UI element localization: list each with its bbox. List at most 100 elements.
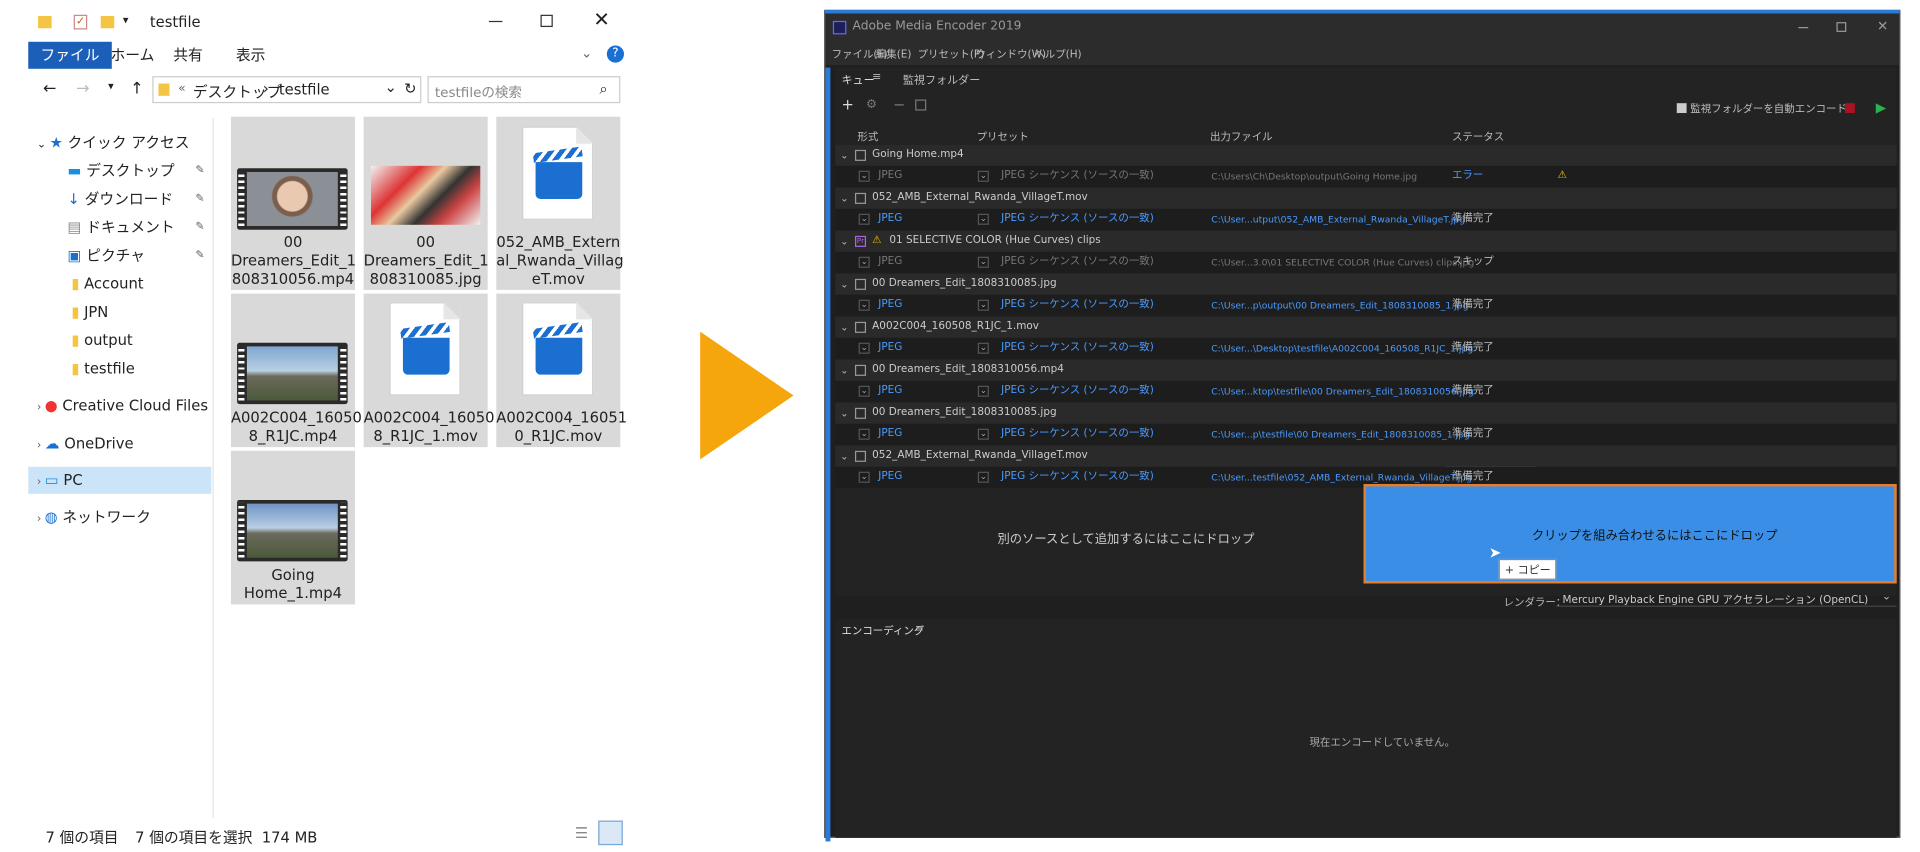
stop-icon[interactable] (1845, 103, 1855, 114)
tab-home[interactable]: ホーム (98, 42, 166, 69)
format-value[interactable]: JPEG (878, 381, 902, 402)
tab-watch-folders[interactable]: 監視フォルダー (903, 71, 980, 87)
output-file[interactable]: C:\Users\Ch\Desktop\output\Going Home.jp… (1211, 166, 1417, 187)
back-icon[interactable]: ← (43, 80, 56, 98)
queue-item[interactable]: ⌄ JPEG ⌄ JPEG シーケンス (ソースの一致) C:\Users\Ch\Des… (835, 165, 1897, 187)
chevron-down-icon[interactable]: ⌄ (840, 317, 848, 338)
tab-queue[interactable]: キュー (841, 71, 874, 87)
file-tile[interactable]: 052_AMB_Extern al_Rwanda_Villag eT.mov (496, 116, 624, 290)
format-dropdown-icon[interactable]: ⌄ (858, 299, 870, 311)
drop-zone-right[interactable]: クリップを組み合わせるにはここにドロップ ➤ + コピー (1363, 483, 1897, 584)
format-value[interactable]: JPEG (878, 295, 902, 316)
preset-value[interactable]: JPEG シーケンス (ソースの一致) (1001, 338, 1154, 359)
preset-dropdown-icon[interactable]: ⌄ (977, 170, 989, 182)
chevron-down-icon[interactable]: ⌄ (840, 231, 848, 252)
queue-group-header[interactable]: ⌄ 052_AMB_External_Rwanda_VillageT.mov (835, 187, 1897, 209)
output-file[interactable]: C:\User...p\testfile\00 Dreamers_Edit_18… (1211, 424, 1470, 445)
minimize-icon[interactable] (1798, 27, 1809, 29)
preset-dropdown-icon[interactable]: ⌄ (977, 299, 989, 311)
maximize-icon[interactable] (1836, 22, 1847, 32)
nav-pictures[interactable]: ▣ ピクチャ (68, 242, 145, 269)
output-file[interactable]: C:\User...utput\052_AMB_External_Rwanda_… (1211, 209, 1465, 230)
refresh-icon[interactable]: ↻ (404, 80, 416, 97)
output-file[interactable]: C:\User...\Desktop\testfile\A002C004_160… (1211, 338, 1473, 359)
preset-value[interactable]: JPEG シーケンス (ソースの一致) (1001, 209, 1154, 230)
menu-help[interactable]: ヘルプ(H) (1034, 47, 1081, 61)
expand-ribbon-icon[interactable]: ⌄ (581, 45, 592, 61)
preset-dropdown-icon[interactable]: ⌄ (977, 428, 989, 440)
remove-icon[interactable]: − (893, 96, 905, 113)
preset-dropdown-icon[interactable]: ⌄ (977, 471, 989, 483)
output-file[interactable]: C:\User...ktop\testfile\00 Dreamers_Edit… (1211, 381, 1474, 402)
format-value[interactable]: JPEG (878, 424, 902, 445)
nav-creative-cloud[interactable]: › ● Creative Cloud Files (37, 392, 208, 419)
large-icons-view-icon[interactable] (598, 820, 623, 846)
format-value[interactable]: JPEG (878, 209, 902, 230)
nav-pc[interactable]: › ▭ PC (28, 466, 212, 494)
format-value[interactable]: JPEG (878, 166, 902, 187)
play-icon[interactable]: ▶ (1876, 100, 1886, 116)
nav-documents[interactable]: ▤ ドキュメント (68, 214, 175, 241)
format-dropdown-icon[interactable]: ⌄ (858, 428, 870, 440)
up-icon[interactable]: ↑ (130, 80, 143, 98)
tab-view[interactable]: 表示 (224, 42, 278, 69)
queue-group-header[interactable]: ⌄ 052_AMB_External_Rwanda_VillageT.mov (835, 445, 1897, 467)
close-icon[interactable]: ✕ (593, 7, 609, 30)
add-icon[interactable]: + (841, 96, 853, 113)
details-view-icon[interactable]: ☰ (575, 824, 588, 841)
queue-group-header[interactable]: ⌄ 00 Dreamers_Edit_1808310085.jpg (835, 273, 1897, 295)
breadcrumb-testfile[interactable]: testfile (279, 81, 330, 98)
preset-dropdown-icon[interactable]: ⌄ (977, 213, 989, 225)
chevron-down-icon[interactable]: ⌄ (840, 446, 848, 467)
menu-icon[interactable]: ≡ (872, 71, 881, 83)
file-tile[interactable]: A002C004_16051 0_R1JC.mov (496, 293, 627, 448)
search-box[interactable]: testfileの検索 ⌕ (427, 76, 621, 104)
close-icon[interactable]: ✕ (1877, 18, 1888, 34)
preset-value[interactable]: JPEG シーケンス (ソースの一致) (1001, 381, 1154, 402)
duplicate-icon[interactable] (915, 99, 927, 111)
preset-value[interactable]: JPEG シーケンス (ソースの一致) (1001, 166, 1154, 187)
new-folder-icon[interactable] (100, 15, 115, 29)
nav-downloads[interactable]: ↓ ダウンロード (68, 185, 174, 212)
menu-edit[interactable]: 編集(E) (876, 47, 912, 61)
forward-icon[interactable]: → (76, 80, 89, 98)
queue-group-header[interactable]: ⌄ A002C004_160508_R1JC_1.mov (835, 316, 1897, 338)
format-value[interactable]: JPEG (878, 252, 902, 273)
queue-group-header[interactable]: ⌄ 00 Dreamers_Edit_1808310056.mp4 (835, 359, 1897, 381)
preset-value[interactable]: JPEG シーケンス (ソースの一致) (1001, 295, 1154, 316)
file-tile[interactable]: A002C004_16050 8_R1JC.mp4 (230, 293, 362, 448)
nav-account[interactable]: ▮ Account (71, 270, 143, 297)
format-dropdown-icon[interactable]: ⌄ (858, 213, 870, 225)
chevron-down-icon[interactable]: ⌄ (840, 188, 848, 209)
file-tile[interactable]: Going Home_1.mp4 (230, 450, 356, 605)
settings-icon[interactable]: ⚙ (866, 98, 877, 112)
nav-network[interactable]: › ◍ ネットワーク (37, 504, 151, 531)
format-value[interactable]: JPEG (878, 338, 902, 359)
preset-dropdown-icon[interactable]: ⌄ (977, 385, 989, 397)
nav-onedrive[interactable]: › ☁ OneDrive (37, 430, 134, 457)
minimize-icon[interactable] (488, 20, 503, 23)
queue-item[interactable]: ⌄ JPEG ⌄ JPEG シーケンス (ソースの一致) C:\User...3.0\0… (835, 251, 1897, 273)
help-icon[interactable]: ? (606, 45, 625, 63)
output-file[interactable]: C:\User...3.0\01 SELECTIVE COLOR (Hue Cu… (1211, 252, 1474, 273)
output-file[interactable]: C:\User...p\output\00 Dreamers_Edit_1808… (1211, 295, 1468, 316)
nav-output[interactable]: ▮ output (71, 327, 132, 354)
queue-group-header[interactable]: ⌄ Pr ⚠ 01 SELECTIVE COLOR (Hue Curves) clip… (835, 230, 1897, 252)
format-dropdown-icon[interactable]: ⌄ (858, 385, 870, 397)
drop-zone-left[interactable]: 別のソースとして追加するにはここにドロップ (835, 485, 1363, 586)
queue-item[interactable]: ⌄ JPEG ⌄ JPEG シーケンス (ソースの一致) C:\User...p\out… (835, 294, 1897, 316)
auto-encode-checkbox[interactable] (1676, 103, 1687, 114)
file-tile[interactable]: 00 Dreamers_Edit_1 808310056.mp4 (230, 116, 356, 290)
tab-share[interactable]: 共有 (161, 42, 215, 69)
queue-item[interactable]: ⌄ JPEG ⌄ JPEG シーケンス (ソースの一致) C:\User...p\tes… (835, 423, 1897, 445)
preset-value[interactable]: JPEG シーケンス (ソースの一致) (1001, 252, 1154, 273)
recent-dropdown-icon[interactable]: ▾ (108, 81, 114, 93)
format-dropdown-icon[interactable]: ⌄ (858, 256, 870, 268)
preset-dropdown-icon[interactable]: ⌄ (977, 256, 989, 268)
chevron-down-icon[interactable]: ⌄ (384, 79, 396, 96)
menu-preset[interactable]: プリセット(P) (918, 47, 985, 61)
format-dropdown-icon[interactable]: ⌄ (858, 342, 870, 354)
format-dropdown-icon[interactable]: ⌄ (858, 471, 870, 483)
queue-item[interactable]: ⌄ JPEG ⌄ JPEG シーケンス (ソースの一致) C:\User...ktop\… (835, 380, 1897, 402)
preset-dropdown-icon[interactable]: ⌄ (977, 342, 989, 354)
